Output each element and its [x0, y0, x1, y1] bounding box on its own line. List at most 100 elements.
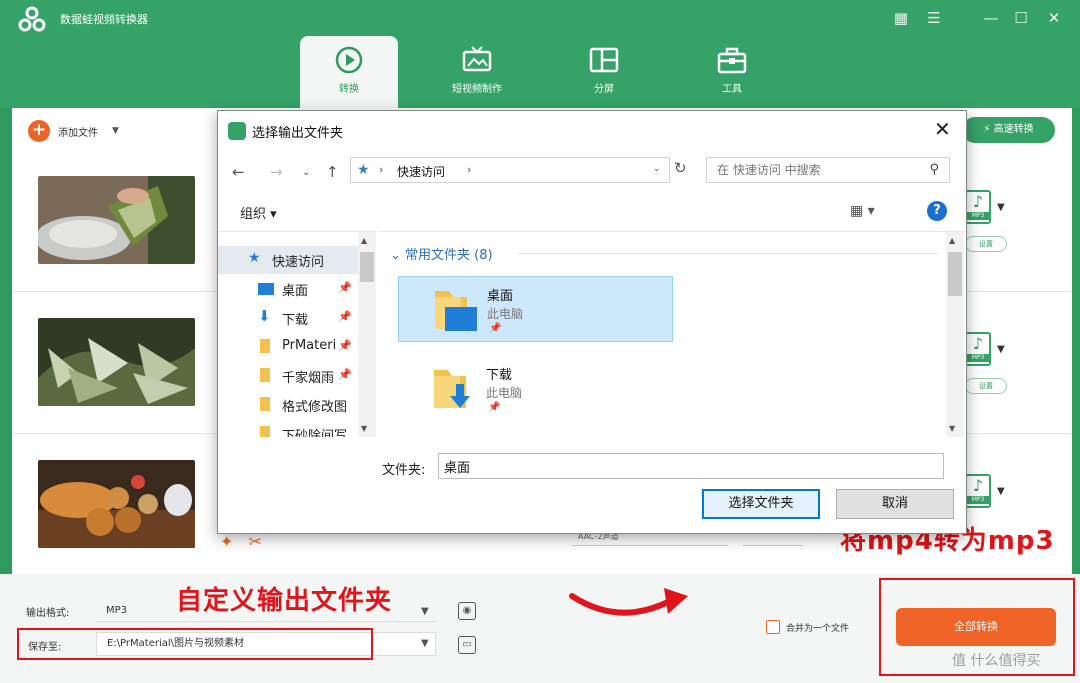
- pin-icon: 📌: [338, 281, 352, 294]
- scroll-thumb[interactable]: [948, 252, 962, 296]
- scroll-up-icon[interactable]: ▲: [361, 236, 367, 245]
- search-input[interactable]: [707, 158, 917, 182]
- magic-wand-icon[interactable]: ✦: [220, 532, 233, 551]
- mp3-format-icon[interactable]: ♪ MP3: [965, 332, 991, 366]
- add-file-button[interactable]: + 添加文件 ▼: [28, 120, 119, 142]
- folder-icon: [260, 397, 270, 411]
- video-thumbnail[interactable]: [38, 318, 195, 406]
- tab-label: 短视频制作: [452, 84, 502, 95]
- up-arrow-icon[interactable]: ↑: [326, 163, 339, 181]
- folder-tile-downloads[interactable]: 下载 此电脑 📌: [398, 356, 673, 422]
- maximize-icon[interactable]: ☐: [1010, 8, 1032, 28]
- search-icon: ⚲: [929, 162, 939, 177]
- nav-item-prmaterial[interactable]: PrMaterial 📌: [218, 333, 358, 361]
- folder-location: 此电脑: [487, 307, 524, 321]
- highlight-save-path: [17, 628, 373, 660]
- view-options-icon[interactable]: ▦ ▾: [850, 203, 875, 219]
- scroll-down-icon[interactable]: ▼: [361, 424, 367, 433]
- folder-field[interactable]: [438, 453, 944, 479]
- settings-button[interactable]: 设置: [965, 378, 1007, 394]
- divider: [518, 253, 938, 254]
- nav-item-folder[interactable]: 下砂除间写: [218, 420, 358, 437]
- mp3-format-icon[interactable]: ♪ MP3: [965, 190, 991, 224]
- chevron-down-icon[interactable]: ⌄: [653, 164, 661, 174]
- tab-tools[interactable]: 工具: [683, 36, 781, 108]
- menu-icon[interactable]: ☰: [923, 8, 945, 28]
- convert-all-button[interactable]: 全部转换: [896, 608, 1056, 646]
- minimize-icon[interactable]: —: [980, 8, 1002, 28]
- tab-short-video[interactable]: 短视频制作: [428, 36, 526, 108]
- search-box: ⚲: [706, 157, 950, 183]
- nav-item-folder[interactable]: 千家烟雨 📌: [218, 362, 358, 390]
- scroll-down-icon[interactable]: ▼: [949, 424, 955, 433]
- address-bar[interactable]: ★ › 快速访问 › ⌄: [350, 157, 670, 183]
- checkbox[interactable]: [766, 620, 780, 634]
- dialog-app-icon: [228, 122, 246, 140]
- format-tag: MP3: [967, 354, 989, 362]
- back-arrow-icon[interactable]: ←: [232, 163, 245, 181]
- tab-split-screen[interactable]: 分屏: [555, 36, 653, 108]
- close-icon[interactable]: ✕: [934, 117, 951, 141]
- nav-item-label: 下砂除间写: [282, 429, 348, 437]
- breadcrumb-separator[interactable]: ›: [467, 163, 471, 176]
- nav-item-quick-access[interactable]: ★ 快速访问: [218, 246, 358, 274]
- feedback-icon[interactable]: ▦: [890, 8, 912, 28]
- add-file-label: 添加文件: [58, 127, 98, 139]
- desktop-icon: [258, 283, 274, 295]
- scroll-up-icon[interactable]: ▲: [949, 236, 955, 245]
- app-logo-icon: [18, 6, 46, 32]
- mp3-format-icon[interactable]: ♪ MP3: [965, 474, 991, 508]
- star-icon: ★: [357, 162, 370, 178]
- nav-item-downloads[interactable]: ⬇ 下载 📌: [218, 304, 358, 332]
- chevron-down-icon[interactable]: ▼: [421, 606, 429, 617]
- chevron-down-icon[interactable]: ▼: [997, 486, 1005, 497]
- dialog-title-bar: 选择输出文件夹 ✕: [218, 111, 966, 149]
- speed-convert-button[interactable]: ⚡ 高速转换: [962, 117, 1055, 143]
- select-folder-button[interactable]: 选择文件夹: [702, 489, 820, 519]
- chevron-down-icon[interactable]: ▼: [112, 126, 119, 136]
- nav-item-label: 格式修改图: [282, 400, 348, 415]
- pin-icon: 📌: [338, 310, 352, 323]
- tab-label: 工具: [722, 84, 742, 95]
- organize-button[interactable]: 组织 ▾: [240, 203, 277, 222]
- tab-convert[interactable]: 转换: [300, 36, 398, 108]
- chevron-down-icon[interactable]: ▼: [997, 344, 1005, 355]
- chevron-down-icon[interactable]: ▼: [997, 202, 1005, 213]
- nav-item-label: 千家烟雨: [282, 371, 335, 386]
- merge-files-checkbox[interactable]: 合并为一个文件: [766, 620, 849, 634]
- group-header-label: 常用文件夹 (8): [405, 248, 493, 263]
- help-icon[interactable]: ?: [927, 201, 947, 221]
- folder-tile-desktop[interactable]: 桌面 此电脑 📌: [398, 276, 673, 342]
- pin-icon: 📌: [488, 402, 501, 413]
- chevron-down-icon[interactable]: ▼: [421, 638, 429, 649]
- scroll-thumb[interactable]: [360, 252, 374, 282]
- folder-field-label: 文件夹:: [382, 463, 426, 478]
- breadcrumb-separator: ›: [379, 163, 384, 176]
- format-settings-icon[interactable]: ◉: [458, 602, 476, 620]
- toolbox-icon: [717, 47, 747, 74]
- forward-arrow-icon[interactable]: →: [270, 163, 283, 181]
- refresh-icon[interactable]: ↻: [674, 159, 687, 177]
- nav-item-folder[interactable]: 格式修改图: [218, 391, 358, 419]
- nav-item-label: PrMaterial: [282, 338, 336, 353]
- cancel-button[interactable]: 取消: [836, 489, 954, 519]
- video-thumbnail[interactable]: [38, 176, 195, 264]
- folder-name: 桌面: [487, 289, 514, 304]
- video-thumbnail[interactable]: [38, 460, 195, 548]
- recent-chevron-icon[interactable]: ⌄: [302, 167, 310, 178]
- speed-convert-label: 高速转换: [993, 124, 1034, 135]
- downloads-folder-icon: [434, 370, 470, 408]
- nav-scrollbar[interactable]: ▲ ▼: [358, 232, 376, 437]
- scissors-icon[interactable]: ✂: [249, 532, 262, 551]
- format-tag: MP3: [967, 496, 989, 504]
- plus-icon: +: [28, 120, 50, 142]
- open-folder-icon[interactable]: ▭: [458, 636, 476, 654]
- navigation-pane: ★ 快速访问 桌面 📌 ⬇ 下载 📌 PrMaterial 📌 千家烟雨 📌 格…: [218, 231, 376, 437]
- group-header[interactable]: ⌄ 常用文件夹 (8): [390, 244, 493, 263]
- settings-button[interactable]: 设置: [965, 236, 1007, 252]
- breadcrumb[interactable]: 快速访问: [397, 163, 445, 180]
- select-folder-dialog: 选择输出文件夹 ✕ ← → ⌄ ↑ ★ › 快速访问 › ⌄ ↻ ⚲ 组织 ▾ …: [217, 110, 967, 534]
- content-scrollbar[interactable]: ▲ ▼: [946, 232, 964, 437]
- nav-item-desktop[interactable]: 桌面 📌: [218, 275, 358, 303]
- close-icon[interactable]: ✕: [1043, 8, 1065, 28]
